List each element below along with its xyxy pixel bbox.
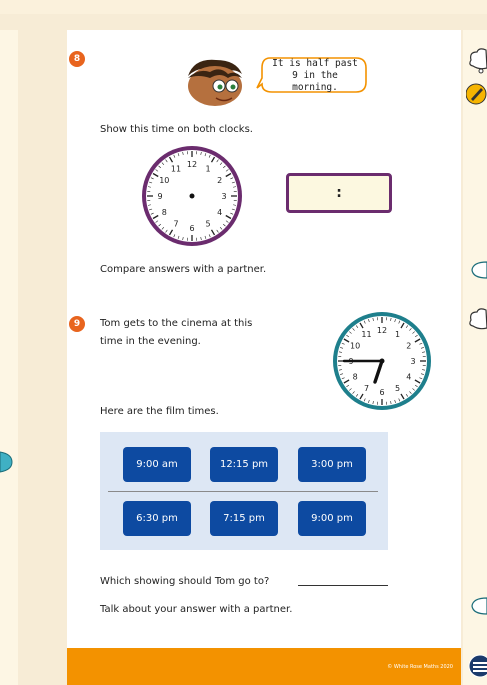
clock-number: 12 <box>377 326 387 335</box>
q8-compare: Compare answers with a partner. <box>100 264 267 275</box>
film-times-divider <box>108 491 378 492</box>
film-time-button[interactable]: 3:00 pm <box>298 447 366 482</box>
clock-number: 7 <box>364 384 369 393</box>
clock-number: 3 <box>221 192 226 201</box>
thought-cloud-icon-2 <box>469 308 487 330</box>
film-times-intro: Here are the film times. <box>100 406 219 417</box>
clock-number: 2 <box>217 176 222 185</box>
question-9-badge: 9 <box>69 316 85 332</box>
side-bowl-icon-3 <box>471 597 487 615</box>
speech-bubble-text: It is half past 9 in the morning. <box>272 58 358 93</box>
clock-number: 3 <box>410 357 415 366</box>
film-time-button[interactable]: 9:00 pm <box>298 501 366 536</box>
analog-clock-blank[interactable]: 12 12 3 45 6 789 1011 <box>139 143 245 249</box>
thought-cloud-icon <box>469 48 487 74</box>
clock-number: 4 <box>406 373 411 382</box>
right-page-strip <box>463 30 487 685</box>
film-time-button[interactable]: 9:00 am <box>123 447 191 482</box>
side-bowl-icon <box>0 451 13 473</box>
analog-clock-evening: 121234567891011 <box>333 312 431 410</box>
clock-number: 11 <box>361 330 371 339</box>
clock-number: 5 <box>395 384 400 393</box>
footer-bar: © White Rose Maths 2020 <box>67 648 461 685</box>
film-time-button[interactable]: 12:15 pm <box>210 447 278 482</box>
q8-instruction: Show this time on both clocks. <box>100 124 253 135</box>
q9-line-1: Tom gets to the cinema at this <box>100 318 253 329</box>
clock-number: 9 <box>157 192 162 201</box>
clock-number: 7 <box>173 220 178 229</box>
clock-number: 10 <box>159 176 169 185</box>
film-time-button[interactable]: 7:15 pm <box>210 501 278 536</box>
film-time-button[interactable]: 6:30 pm <box>123 501 191 536</box>
clock-number: 11 <box>171 164 181 173</box>
left-page-strip <box>0 30 18 685</box>
clock-number: 10 <box>350 342 360 351</box>
question-8-badge: 8 <box>69 51 85 67</box>
q9-line-2: time in the evening. <box>100 336 201 347</box>
white-rose-logo-icon <box>468 654 487 678</box>
clock-number: 8 <box>353 373 358 382</box>
clock-number: 1 <box>205 164 210 173</box>
pencil-icon <box>466 83 487 105</box>
boy-character-icon <box>188 59 242 106</box>
clock-number: 6 <box>189 224 194 233</box>
clock-number: 2 <box>406 342 411 351</box>
clock-number: 8 <box>162 208 167 217</box>
clock-number: 6 <box>379 388 384 397</box>
digital-clock-display[interactable]: : <box>286 173 392 213</box>
q9-talk: Talk about your answer with a partner. <box>100 604 293 615</box>
clock-number: 12 <box>187 160 197 169</box>
answer-line[interactable] <box>298 585 388 586</box>
footer-copyright: © White Rose Maths 2020 <box>387 664 453 670</box>
clock-number: 4 <box>217 208 222 217</box>
side-bowl-icon-2 <box>471 261 487 279</box>
clock-number: 1 <box>395 330 400 339</box>
clock-number: 5 <box>205 220 210 229</box>
top-band <box>0 0 487 14</box>
q9-question: Which showing should Tom go to? <box>100 576 270 587</box>
